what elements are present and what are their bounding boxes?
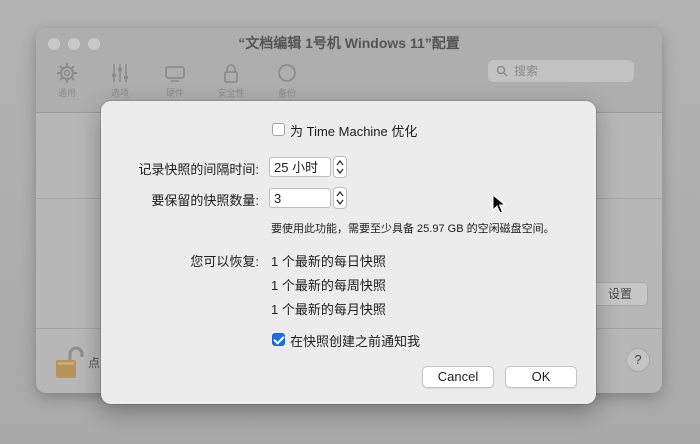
sliders-icon xyxy=(112,64,128,82)
help-button[interactable]: ? xyxy=(626,348,650,372)
count-label: 要保留的快照数量: xyxy=(151,193,259,208)
space-note: 要使用此功能，需要至少具备 25.97 GB 的空闲磁盘空间。 xyxy=(271,223,555,235)
ok-button[interactable]: OK xyxy=(505,366,577,388)
count-stepper[interactable] xyxy=(333,187,347,209)
restore-item-daily: 1 个最新的每日快照 xyxy=(271,254,386,269)
search-field[interactable]: 搜索 xyxy=(488,60,634,82)
count-field[interactable]: 3 xyxy=(269,188,331,208)
restore-item-monthly: 1 个最新的每月快照 xyxy=(271,302,386,317)
interval-label: 记录快照的间隔时间: xyxy=(138,162,259,177)
window-title: “文档编辑 1号机 Windows 11”配置 xyxy=(238,35,460,51)
mouse-cursor-icon xyxy=(492,194,506,214)
notify-checkbox[interactable] xyxy=(272,333,285,346)
restore-label: 您可以恢复: xyxy=(190,254,259,269)
padlock-icon[interactable] xyxy=(54,346,84,380)
interval-field[interactable]: 25 小时 xyxy=(269,157,331,177)
search-placeholder: 搜索 xyxy=(514,64,539,78)
settings-button[interactable]: 设置 xyxy=(592,282,648,306)
toolbar-general[interactable]: 通用 xyxy=(47,62,87,99)
lock-icon xyxy=(224,64,238,83)
lock-text: 点 xyxy=(88,356,101,370)
chevron-up-icon[interactable] xyxy=(336,159,344,167)
toolbar-hardware-label: 硬件 xyxy=(165,88,184,98)
chevron-down-icon[interactable] xyxy=(336,198,344,206)
toolbar-general-label: 通用 xyxy=(57,88,76,98)
restore-item-weekly: 1 个最新的每周快照 xyxy=(271,278,386,293)
toolbar-options[interactable]: 选项 xyxy=(100,62,140,99)
search-icon xyxy=(496,65,508,77)
display-icon xyxy=(165,66,185,82)
toolbar-backup[interactable]: 备份 xyxy=(267,62,307,99)
time-machine-checkbox[interactable] xyxy=(272,123,285,136)
interval-stepper[interactable] xyxy=(333,156,347,178)
chevron-down-icon[interactable] xyxy=(336,167,344,175)
chevron-up-icon[interactable] xyxy=(336,190,344,198)
cancel-button[interactable]: Cancel xyxy=(422,366,494,388)
toolbar-backup-label: 备份 xyxy=(277,88,296,98)
gear-icon xyxy=(57,63,77,83)
snapshot-settings-sheet: 为 Time Machine 优化 记录快照的间隔时间: 25 小时 要保留的快… xyxy=(101,101,596,404)
time-machine-label: 为 Time Machine 优化 xyxy=(290,124,418,139)
backup-icon xyxy=(278,64,296,82)
toolbar-options-label: 选项 xyxy=(110,88,129,98)
toolbar-security-label: 安全性 xyxy=(217,88,245,98)
toolbar-hardware[interactable]: 硬件 xyxy=(155,62,195,99)
notify-label: 在快照创建之前通知我 xyxy=(290,334,421,349)
toolbar-security[interactable]: 安全性 xyxy=(211,62,251,99)
